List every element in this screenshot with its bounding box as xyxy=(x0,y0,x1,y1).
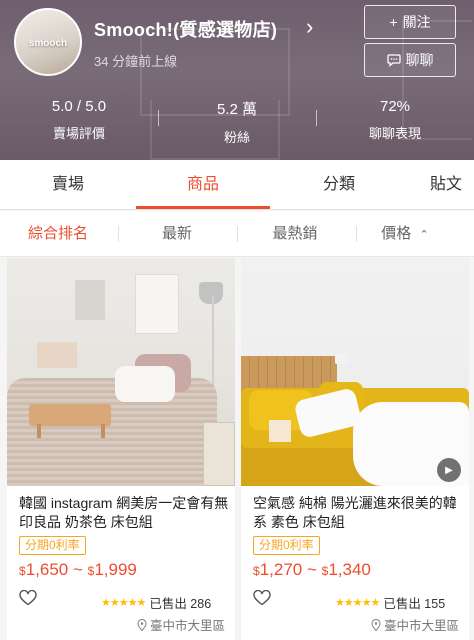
shop-name[interactable]: Smooch!(質感選物店) xyxy=(94,16,277,42)
bed-tray xyxy=(29,404,111,426)
stat-label: 粉絲 xyxy=(223,130,250,145)
product-card[interactable]: ▶ 空氣感 純棉 陽光灑進來很美的韓系 素色 床包組 分期0利率 $1,270 … xyxy=(241,258,469,640)
side-table xyxy=(203,422,235,486)
location: 臺中市大里區 xyxy=(137,615,225,634)
star-rating-icon: ★★★★★ xyxy=(335,597,380,609)
location: 臺中市大里區 xyxy=(371,615,459,634)
sort-updown-icon: ⌃ xyxy=(419,229,429,241)
shop-tabs: 賣場 商品 分類 貼文 xyxy=(0,160,474,210)
product-price: $1,270 ~ $1,340 xyxy=(253,560,371,579)
pillow xyxy=(115,366,175,402)
floor-lamp xyxy=(199,282,223,304)
location-pin-icon xyxy=(137,618,147,631)
tab-products[interactable]: 商品 xyxy=(148,160,258,210)
tab-categories[interactable]: 分類 xyxy=(284,160,394,210)
rating-and-sales: ★★★★★ 已售出 286 xyxy=(101,593,211,612)
sort-price-label: 價格 xyxy=(381,225,412,242)
installment-badge: 分期0利率 xyxy=(19,536,86,555)
tray-leg xyxy=(101,424,105,438)
star-rating-icon: ★★★★★ xyxy=(101,597,146,609)
sold-count: 已售出 155 xyxy=(383,597,446,611)
product-image xyxy=(7,258,235,486)
chevron-right-icon[interactable]: › xyxy=(306,14,313,40)
bed-tag xyxy=(269,420,291,442)
product-card[interactable]: 韓國 instagram 網美房一定會有無印良品 奶茶色 床包組 分期0利率 $… xyxy=(7,258,235,640)
rating-and-sales: ★★★★★ 已售出 155 xyxy=(335,593,445,612)
tray-leg xyxy=(37,424,41,438)
video-play-icon[interactable]: ▶ xyxy=(437,458,461,482)
stat-followers[interactable]: 5.2 萬 粉絲 xyxy=(158,96,316,145)
follow-label: 關注 xyxy=(402,14,431,30)
heart-icon[interactable] xyxy=(253,589,271,611)
shop-page: smooch Smooch!(質感選物店) › 34 分鐘前上線 + 關注 聊聊… xyxy=(0,0,474,640)
sort-divider xyxy=(118,226,119,242)
sort-latest[interactable]: 最新 xyxy=(122,211,232,257)
shop-avatar[interactable]: smooch xyxy=(14,8,82,76)
stat-chat-performance[interactable]: 72% 聊聊表現 xyxy=(316,96,474,142)
avatar-text: smooch xyxy=(28,38,68,49)
sort-divider xyxy=(237,226,238,242)
sort-relevance[interactable]: 綜合排名 xyxy=(3,211,113,257)
stat-label: 聊聊表現 xyxy=(368,126,421,141)
product-title: 韓國 instagram 網美房一定會有無印良品 奶茶色 床包組 xyxy=(19,495,229,530)
shop-header: smooch Smooch!(質感選物店) › 34 分鐘前上線 + 關注 聊聊… xyxy=(0,0,474,160)
stat-value: 72% xyxy=(379,98,411,115)
chat-bubble-icon xyxy=(386,54,401,67)
tab-posts[interactable]: 貼文 xyxy=(430,160,474,210)
sort-bar: 綜合排名 最新 最熱銷 價格 ⌃ xyxy=(0,211,474,257)
stat-divider xyxy=(158,110,159,126)
wall-photos xyxy=(37,342,77,368)
chat-button[interactable]: 聊聊 xyxy=(364,43,456,77)
heart-icon[interactable] xyxy=(19,589,37,611)
product-title: 空氣感 純棉 陽光灑進來很美的韓系 素色 床包組 xyxy=(253,495,457,530)
follow-button[interactable]: + 關注 xyxy=(364,5,456,39)
sort-price[interactable]: 價格 ⌃ xyxy=(350,211,460,257)
product-image: ▶ xyxy=(241,258,469,486)
installment-badge: 分期0利率 xyxy=(253,536,320,555)
shop-stats: 5.0 / 5.0 賣場評價 5.2 萬 粉絲 72% 聊聊表現 xyxy=(0,96,474,145)
last-seen-status: 34 分鐘前上線 xyxy=(94,54,178,69)
wall-lamp xyxy=(335,354,347,364)
stat-label: 賣場評價 xyxy=(52,126,105,141)
wall-decor xyxy=(75,280,105,320)
stat-divider xyxy=(316,110,317,126)
wall-poster xyxy=(135,274,179,334)
product-price: $1,650 ~ $1,999 xyxy=(19,560,137,579)
location-text: 臺中市大里區 xyxy=(383,619,459,633)
tab-shop[interactable]: 賣場 xyxy=(13,160,123,210)
location-text: 臺中市大里區 xyxy=(149,619,225,633)
plus-icon: + xyxy=(389,14,398,30)
location-pin-icon xyxy=(371,618,381,631)
stat-value: 5.0 / 5.0 xyxy=(51,98,107,115)
sort-top-sales[interactable]: 最熱銷 xyxy=(240,211,350,257)
sold-count: 已售出 286 xyxy=(149,597,212,611)
chat-label: 聊聊 xyxy=(405,52,434,68)
stat-rating[interactable]: 5.0 / 5.0 賣場評價 xyxy=(0,96,158,142)
stat-value: 5.2 萬 xyxy=(216,101,258,118)
active-tab-indicator xyxy=(136,206,270,209)
